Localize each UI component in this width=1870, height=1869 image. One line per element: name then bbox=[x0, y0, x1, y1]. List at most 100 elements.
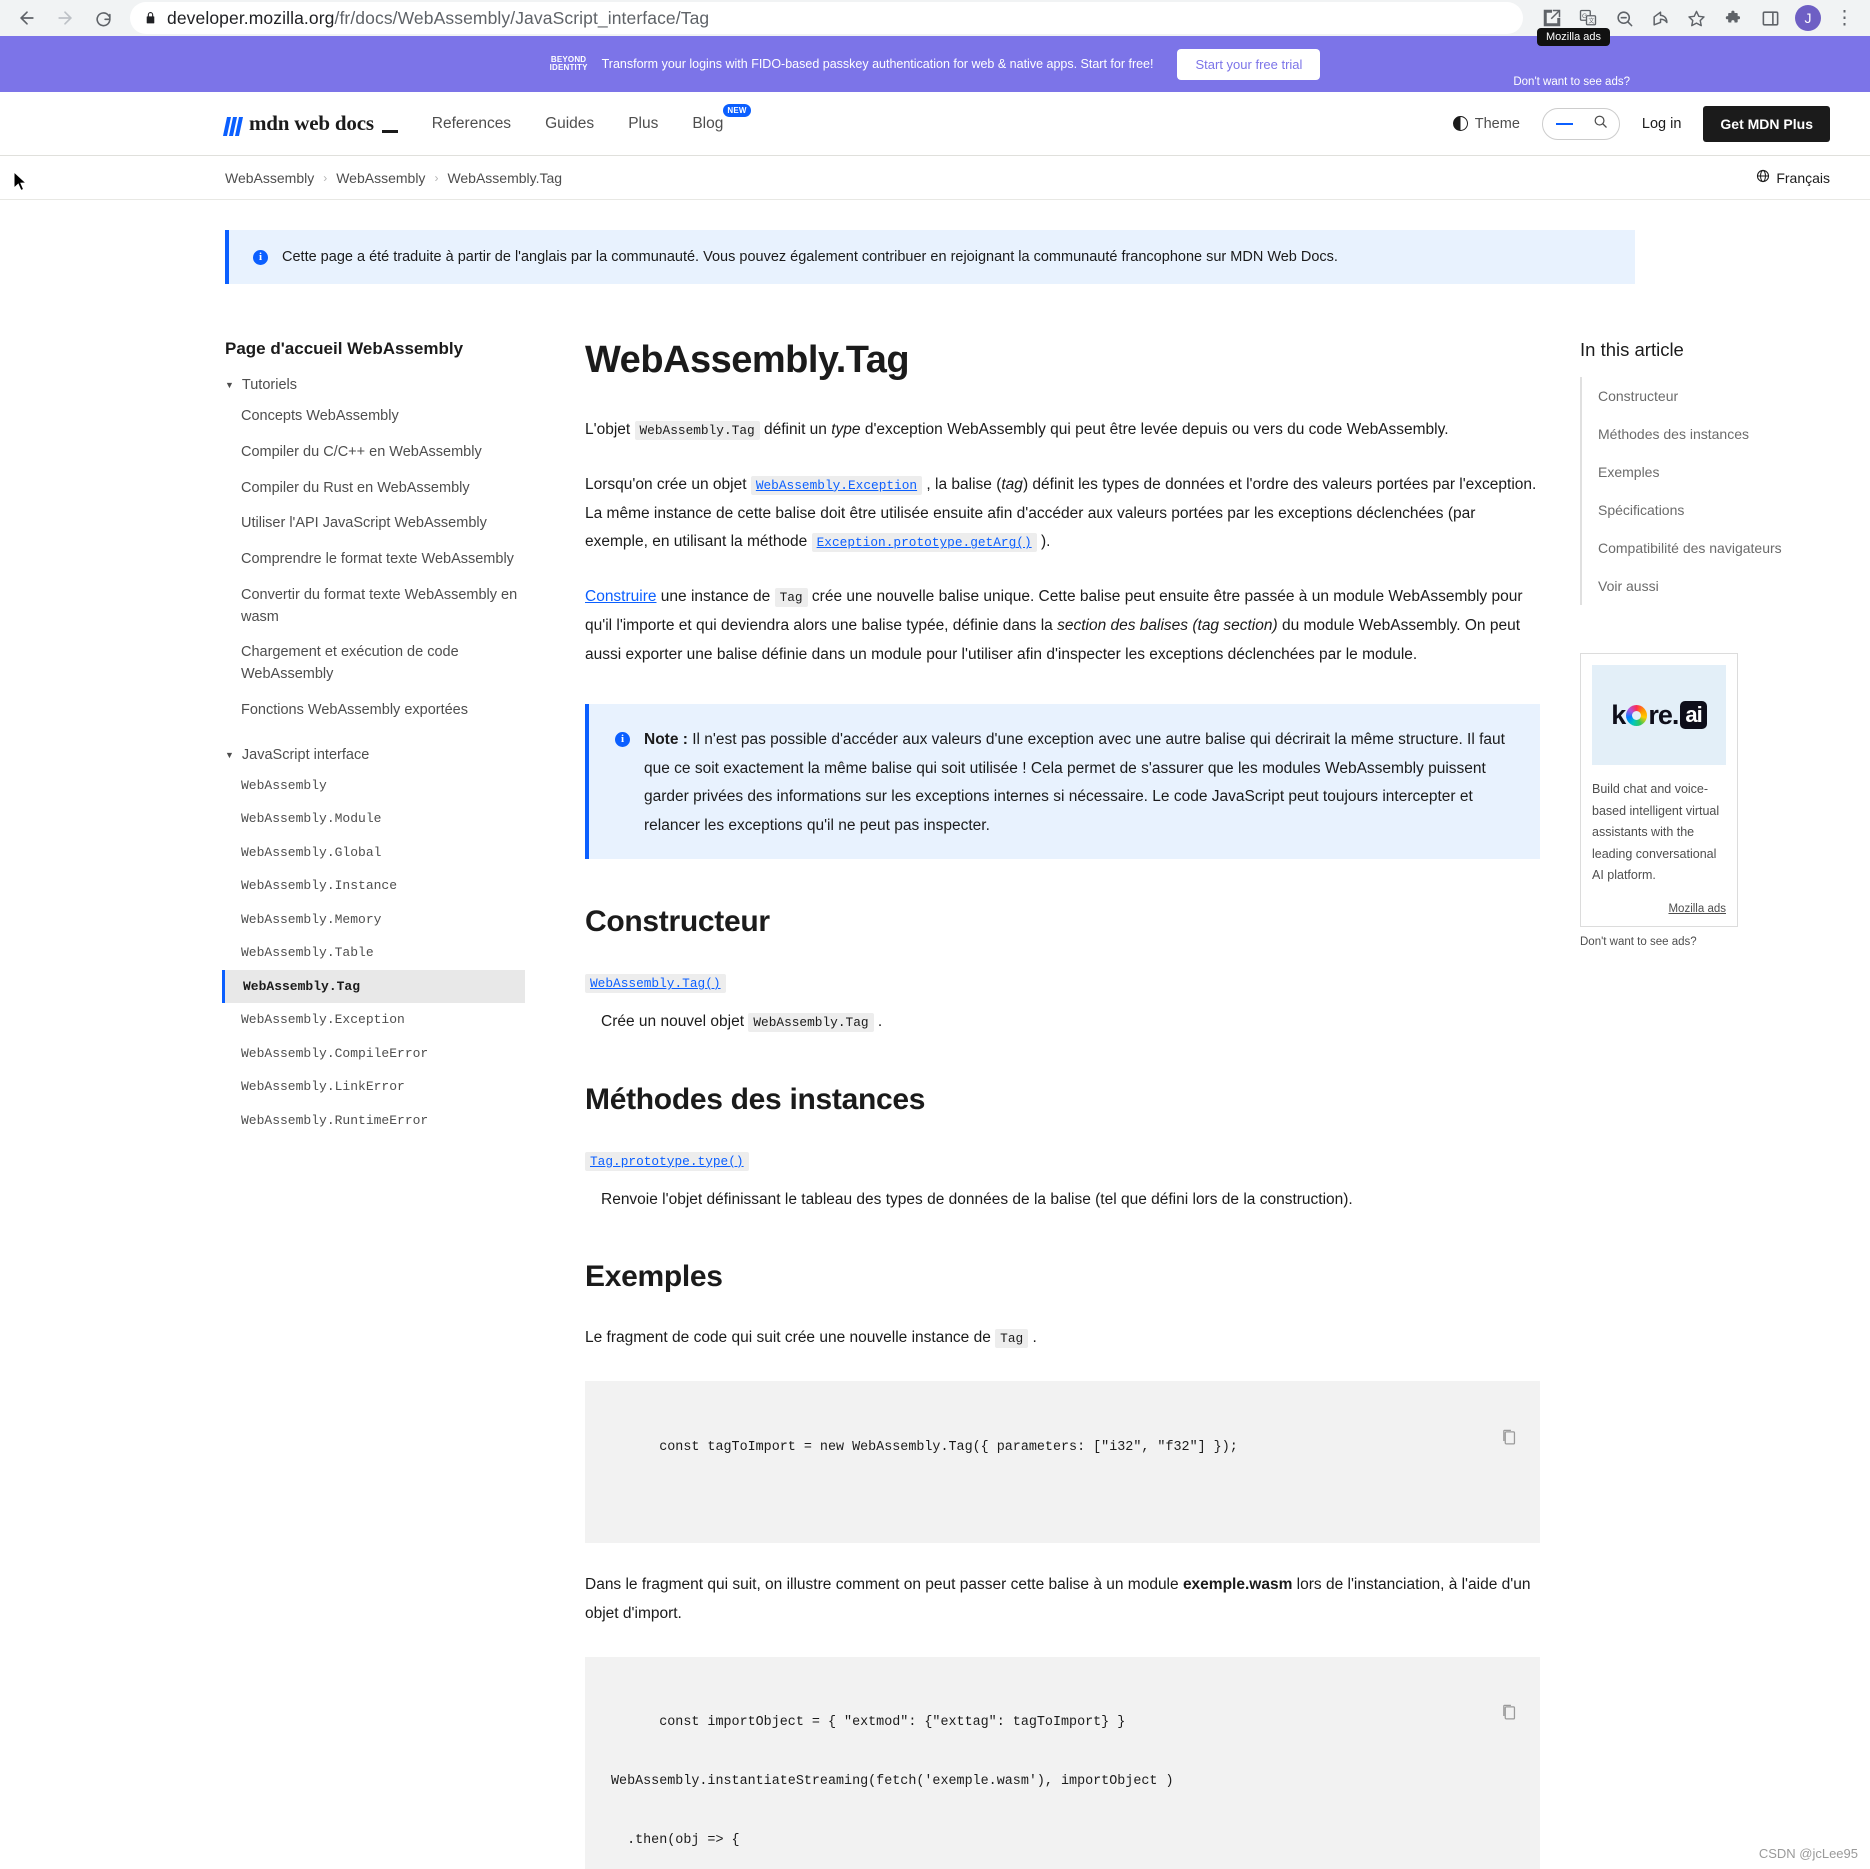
link-tag-prototype-type[interactable]: Tag.prototype.type() bbox=[585, 1151, 749, 1171]
login-link[interactable]: Log in bbox=[1642, 116, 1682, 132]
mdn-logo-text: mdn web docs bbox=[249, 111, 374, 135]
profile-avatar[interactable]: J bbox=[1795, 5, 1821, 31]
mdn-logo-mark-icon bbox=[222, 117, 244, 136]
copy-icon[interactable] bbox=[1437, 1399, 1518, 1487]
code-block-2-line1: const importObject = { "extmod": {"extta… bbox=[659, 1715, 1126, 1731]
constructor-description: Crée un nouvel objet WebAssembly.Tag . bbox=[585, 1008, 1540, 1037]
ad-card-optout[interactable]: Don't want to see ads? bbox=[1580, 936, 1830, 948]
side-panel-icon[interactable] bbox=[1753, 1, 1787, 35]
mouse-cursor bbox=[13, 170, 30, 199]
intro-paragraph: L'objet WebAssembly.Tag définit un type … bbox=[585, 416, 1540, 445]
translation-notice: i Cette page a été traduite à partir de … bbox=[225, 230, 1635, 284]
sidebar-item-compiler-cpp[interactable]: Compiler du C/C++ en WebAssembly bbox=[225, 435, 525, 471]
page-layout: Page d'accueil WebAssembly ▼ Tutoriels C… bbox=[0, 284, 1870, 1869]
toc-item-constructeur[interactable]: Constructeur bbox=[1598, 377, 1830, 415]
forward-icon[interactable] bbox=[48, 1, 82, 35]
breadcrumb-item-3: WebAssembly.Tag bbox=[447, 169, 563, 186]
zoom-out-icon[interactable] bbox=[1607, 1, 1641, 35]
reload-icon[interactable] bbox=[86, 1, 120, 35]
toc-item-exemples[interactable]: Exemples bbox=[1598, 453, 1830, 491]
beyond-identity-logo: BEYOND IDENTITY bbox=[550, 55, 588, 73]
sidebar-group-label: Tutoriels bbox=[241, 377, 297, 393]
ctor-desc-b: . bbox=[873, 1012, 883, 1030]
note-callout: i Note : Il n'est pas possible d'accéder… bbox=[585, 703, 1540, 860]
sidebar-item-instance[interactable]: WebAssembly.Instance bbox=[225, 869, 525, 903]
sidebar-item-convert-wasm[interactable]: Convertir du format texte WebAssembly en… bbox=[225, 578, 525, 636]
theme-toggle-button[interactable]: Theme bbox=[1452, 115, 1520, 132]
breadcrumb-item-2[interactable]: WebAssembly bbox=[336, 170, 425, 186]
sidebar-item-concepts[interactable]: Concepts WebAssembly bbox=[225, 399, 525, 435]
search-input[interactable] bbox=[1541, 107, 1620, 140]
nav-item-plus[interactable]: Plus bbox=[628, 115, 658, 133]
inline-code-tag: Tag bbox=[774, 588, 808, 608]
extensions-puzzle-icon[interactable] bbox=[1717, 1, 1751, 35]
nav-label: Plus bbox=[628, 114, 659, 132]
sidebar-item-runtimeerror[interactable]: WebAssembly.RuntimeError bbox=[225, 1104, 525, 1138]
browser-menu-kebab[interactable]: ⋮ bbox=[1829, 9, 1860, 28]
breadcrumb-item-1[interactable]: WebAssembly bbox=[225, 170, 314, 186]
toc-item-specifications[interactable]: Spécifications bbox=[1598, 491, 1830, 529]
toc-item-compatibilite[interactable]: Compatibilité des navigateurs bbox=[1598, 529, 1830, 567]
koreai-logo: k re. ai bbox=[1611, 700, 1707, 731]
link-construire[interactable]: Construire bbox=[585, 588, 657, 605]
inline-code-tag: Tag bbox=[995, 1329, 1029, 1349]
link-exception-getarg[interactable]: Exception.prototype.getArg() bbox=[811, 533, 1037, 553]
share-icon[interactable] bbox=[1643, 1, 1677, 35]
note-label: Note : bbox=[644, 730, 688, 748]
sidebar-item-webassembly[interactable]: WebAssembly bbox=[225, 769, 525, 803]
top-ad-banner[interactable]: BEYOND IDENTITY Transform your logins wi… bbox=[0, 28, 1870, 92]
sidebar-item-compiler-rust[interactable]: Compiler du Rust en WebAssembly bbox=[225, 471, 525, 507]
info-icon: i bbox=[615, 731, 630, 747]
nav-label: References bbox=[431, 114, 512, 132]
sidebar-item-js-api[interactable]: Utiliser l'API JavaScript WebAssembly bbox=[225, 506, 525, 542]
link-webassembly-tag-constructor[interactable]: WebAssembly.Tag() bbox=[585, 974, 726, 994]
ad-optout-link[interactable]: Don't want to see ads? bbox=[1513, 76, 1630, 88]
nav-label: Blog bbox=[692, 114, 724, 132]
get-mdn-plus-button[interactable]: Get MDN Plus bbox=[1703, 105, 1830, 142]
theme-label: Theme bbox=[1474, 115, 1520, 132]
chevron-down-icon: ▼ bbox=[225, 380, 234, 390]
search-caret bbox=[1555, 122, 1573, 125]
toc-item-voir-aussi[interactable]: Voir aussi bbox=[1598, 567, 1830, 605]
bookmark-star-icon[interactable] bbox=[1679, 1, 1713, 35]
p2-text-a: Lorsqu'on crée un objet bbox=[585, 475, 751, 493]
breadcrumb: WebAssembly › WebAssembly › WebAssembly.… bbox=[225, 170, 562, 186]
sidebar-item-linkerror[interactable]: WebAssembly.LinkError bbox=[225, 1070, 525, 1104]
sidebar-item-global[interactable]: WebAssembly.Global bbox=[225, 836, 525, 870]
lock-icon bbox=[144, 11, 157, 25]
address-bar[interactable]: developer.mozilla.org/fr/docs/WebAssembl… bbox=[130, 2, 1523, 34]
example2-paragraph: Dans le fragment qui suit, on illustre c… bbox=[585, 1571, 1540, 1629]
mdn-logo-underscore-icon bbox=[381, 130, 398, 133]
url-text: developer.mozilla.org/fr/docs/WebAssembl… bbox=[167, 7, 710, 28]
sidebar-item-memory[interactable]: WebAssembly.Memory bbox=[225, 903, 525, 937]
sidebar-list-js-interface: WebAssembly WebAssembly.Module WebAssemb… bbox=[222, 769, 525, 1138]
toc-item-methodes[interactable]: Méthodes des instances bbox=[1598, 415, 1830, 453]
sidebar-item-exported-functions[interactable]: Fonctions WebAssembly exportées bbox=[225, 693, 525, 729]
copy-icon[interactable] bbox=[1437, 1675, 1518, 1763]
sidebar-item-text-format[interactable]: Comprendre le format texte WebAssembly bbox=[225, 542, 525, 578]
note-paragraph: Note : Il n'est pas possible d'accéder a… bbox=[644, 726, 1514, 841]
nav-item-blog[interactable]: Blog NEW bbox=[692, 103, 751, 133]
sidebar-item-compileerror[interactable]: WebAssembly.CompileError bbox=[225, 1037, 525, 1071]
back-icon[interactable] bbox=[10, 1, 44, 35]
ad-card-mozilla-link[interactable]: Mozilla ads bbox=[1592, 903, 1726, 915]
sidebar-item-module[interactable]: WebAssembly.Module bbox=[225, 802, 525, 836]
constructor-term: WebAssembly.Tag() bbox=[585, 969, 1540, 998]
link-webassembly-exception[interactable]: WebAssembly.Exception bbox=[750, 475, 923, 495]
language-switcher[interactable]: Français bbox=[1756, 169, 1830, 186]
theme-contrast-icon bbox=[1452, 116, 1468, 131]
sidebar-item-exception[interactable]: WebAssembly.Exception bbox=[225, 1003, 525, 1037]
sidebar-item-loading-running[interactable]: Chargement et exécution de code WebAssem… bbox=[225, 635, 525, 693]
sidebar-item-table[interactable]: WebAssembly.Table bbox=[225, 936, 525, 970]
code-block-1: const tagToImport = new WebAssembly.Tag(… bbox=[585, 1381, 1540, 1544]
p3-emphasis: section des balises (tag section) bbox=[1057, 617, 1278, 635]
sidebar-item-tag[interactable]: WebAssembly.Tag bbox=[222, 969, 525, 1003]
sidebar-ad-card[interactable]: k re. ai Build chat and voice-based intell… bbox=[1580, 653, 1738, 927]
inline-code-webassembly-tag: WebAssembly.Tag bbox=[634, 421, 760, 440]
sidebar-group-js-interface[interactable]: ▼ JavaScript interface bbox=[225, 747, 525, 763]
sidebar-group-tutoriels[interactable]: ▼ Tutoriels bbox=[225, 377, 525, 393]
nav-item-references[interactable]: References bbox=[432, 115, 511, 133]
nav-item-guides[interactable]: Guides bbox=[545, 115, 594, 133]
ad-cta-button[interactable]: Start your free trial bbox=[1177, 48, 1321, 80]
mdn-logo[interactable]: mdn web docs bbox=[222, 111, 398, 136]
